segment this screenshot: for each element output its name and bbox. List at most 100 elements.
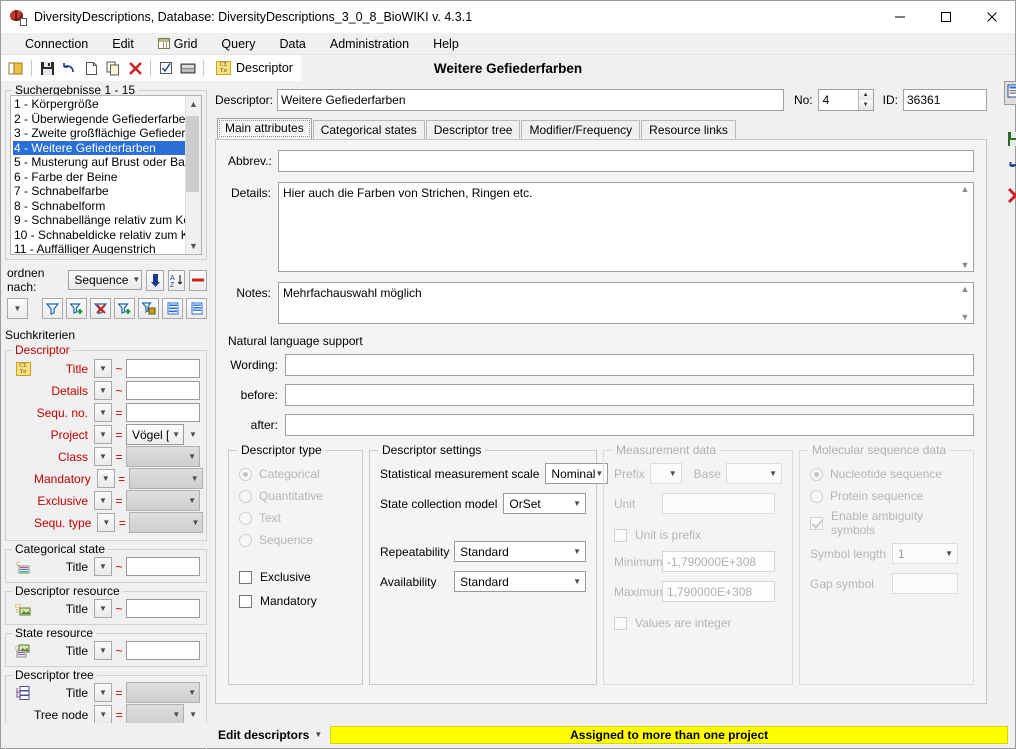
- maximum-input[interactable]: 1,790000E+308: [662, 581, 775, 602]
- filter-icon[interactable]: [42, 298, 63, 319]
- after-input[interactable]: [285, 414, 974, 436]
- unit-input[interactable]: [662, 493, 775, 514]
- checkbox-mandatory[interactable]: Mandatory: [239, 589, 352, 613]
- scale-select[interactable]: Nominal ▼: [545, 463, 609, 484]
- scroll-down-icon[interactable]: ▼: [961, 312, 970, 322]
- details-textarea[interactable]: Hier auch die Farben von Strichen, Ringe…: [278, 182, 974, 272]
- criteria-operator-dropdown[interactable]: ▼: [94, 557, 112, 576]
- filter-save-icon[interactable]: [138, 298, 159, 319]
- list-scrollbar[interactable]: ▲ ▼: [185, 96, 201, 254]
- before-input[interactable]: [285, 384, 974, 406]
- menu-query[interactable]: Query: [209, 35, 267, 53]
- project-extra-dropdown[interactable]: ▼: [186, 426, 200, 443]
- delete-icon[interactable]: [124, 57, 146, 79]
- checkbox-exclusive[interactable]: Exclusive: [239, 565, 352, 589]
- scroll-up-icon[interactable]: ▲: [961, 284, 970, 294]
- list-view-alt-icon[interactable]: [186, 298, 207, 319]
- open-window-icon[interactable]: [5, 57, 27, 79]
- new-document-icon[interactable]: [80, 57, 102, 79]
- checkbox-icon[interactable]: [155, 57, 177, 79]
- criteria-select-exclusive[interactable]: ▼: [126, 490, 200, 511]
- menu-edit[interactable]: Edit: [100, 35, 146, 53]
- filter-new-icon[interactable]: [114, 298, 135, 319]
- radio-categorical[interactable]: Categorical: [239, 463, 352, 485]
- tab-descriptor-tree[interactable]: Descriptor tree: [425, 120, 521, 140]
- filter-clear-icon[interactable]: [90, 298, 111, 319]
- menu-help[interactable]: Help: [421, 35, 471, 53]
- criteria-operator-dropdown[interactable]: ▼: [94, 683, 112, 702]
- criteria-select-sequtype[interactable]: ▼: [129, 512, 204, 533]
- criteria-select-project[interactable]: Vögel [ ▼: [126, 424, 184, 445]
- descriptor-listbox[interactable]: 1 - Körpergröße 2 - Überwiegende Gefiede…: [10, 95, 202, 255]
- list-item[interactable]: 11 - Auffälliger Augenstrich: [13, 242, 185, 254]
- menu-grid[interactable]: Grid: [146, 35, 210, 53]
- minimum-input[interactable]: -1,790000E+308: [662, 551, 775, 572]
- list-item-selected[interactable]: 4 - Weitere Gefiederfarben: [13, 140, 185, 155]
- dropdown-arrow-icon[interactable]: ▼: [7, 298, 28, 319]
- chevron-down-icon[interactable]: ▼: [314, 731, 322, 739]
- delete-icon[interactable]: [1007, 187, 1016, 207]
- criteria-select-class[interactable]: ▼: [126, 446, 200, 467]
- scrollbar-thumb[interactable]: [186, 116, 199, 192]
- criteria-select-tree-node[interactable]: ▼: [126, 704, 185, 725]
- tab-main-attributes[interactable]: Main attributes: [217, 118, 312, 139]
- criteria-operator-dropdown[interactable]: ▼: [94, 425, 112, 444]
- abbrev-input[interactable]: [278, 150, 974, 172]
- tab-resource-links[interactable]: Resource links: [641, 120, 736, 140]
- spinner-buttons[interactable]: ▲ ▼: [857, 90, 873, 110]
- criteria-input-details[interactable]: [126, 381, 200, 400]
- criteria-operator-dropdown[interactable]: ▼: [94, 359, 112, 378]
- pin-icon[interactable]: [146, 269, 164, 291]
- list-item[interactable]: 8 - Schnabelform: [13, 199, 185, 214]
- criteria-input-sequno[interactable]: [126, 403, 200, 422]
- criteria-operator-dropdown[interactable]: ▼: [94, 491, 112, 510]
- availability-select[interactable]: Standard ▼: [454, 571, 586, 592]
- report-icon[interactable]: [1003, 81, 1016, 105]
- repeatability-select[interactable]: Standard ▼: [454, 541, 586, 562]
- criteria-operator-dropdown[interactable]: ▼: [94, 705, 113, 724]
- save-icon[interactable]: [36, 57, 58, 79]
- criteria-operator-dropdown[interactable]: ▼: [97, 513, 116, 532]
- gap-symbol-input[interactable]: [892, 573, 958, 594]
- list-view-icon[interactable]: [162, 298, 183, 319]
- criteria-operator-dropdown[interactable]: ▼: [96, 469, 115, 488]
- list-item[interactable]: 3 - Zweite großflächige Gefiederfarbe: [13, 126, 185, 141]
- prefix-select[interactable]: ▼: [649, 463, 682, 484]
- radio-protein[interactable]: Protein sequence: [810, 485, 963, 507]
- status-left[interactable]: Edit descriptors ▼: [218, 728, 330, 742]
- scroll-down-icon[interactable]: ▼: [961, 260, 970, 270]
- model-select[interactable]: OrSet ▼: [503, 493, 586, 514]
- list-item[interactable]: 2 - Überwiegende Gefiederfarbe: [13, 112, 185, 127]
- undo-icon[interactable]: [58, 57, 80, 79]
- criteria-operator-dropdown[interactable]: ▼: [94, 599, 112, 618]
- minimize-icon[interactable]: [877, 1, 923, 33]
- notes-textarea[interactable]: Mehrfachauswahl möglich ▲ ▼: [278, 282, 974, 324]
- base-select[interactable]: ▼: [726, 463, 782, 484]
- criteria-operator-dropdown[interactable]: ▼: [94, 381, 112, 400]
- symbol-length-select[interactable]: 1 ▼: [892, 543, 958, 564]
- descriptor-no-spinner[interactable]: 4 ▲ ▼: [817, 89, 874, 111]
- close-icon[interactable]: [969, 1, 1015, 33]
- list-item[interactable]: 1 - Körpergröße: [13, 97, 185, 112]
- criteria-select-mandatory[interactable]: ▼: [128, 468, 203, 489]
- list-item[interactable]: 7 - Schnabelfarbe: [13, 184, 185, 199]
- tab-categorical-states[interactable]: Categorical states: [312, 120, 425, 140]
- criteria-input-descres-title[interactable]: [126, 599, 200, 618]
- descriptor-name-input[interactable]: Weitere Gefiederfarben: [277, 89, 784, 111]
- criteria-input-catstate-title[interactable]: [126, 557, 200, 576]
- order-select[interactable]: Sequence ▼: [68, 270, 143, 290]
- list-item[interactable]: 9 - Schnabellänge relativ zum Kopf: [13, 213, 185, 228]
- details-scrollbar[interactable]: ▲ ▼: [958, 184, 972, 270]
- criteria-input-title[interactable]: [126, 359, 200, 378]
- save-icon[interactable]: [1007, 131, 1016, 150]
- copy-icon[interactable]: [102, 57, 124, 79]
- remove-icon[interactable]: [189, 269, 207, 291]
- list-item[interactable]: 10 - Schnabeldicke relativ zum Kopf: [13, 228, 185, 243]
- menu-data[interactable]: Data: [267, 35, 317, 53]
- descriptor-id-input[interactable]: 36361: [903, 89, 987, 111]
- tab-modifier-frequency[interactable]: Modifier/Frequency: [521, 120, 641, 140]
- notes-scrollbar[interactable]: ▲ ▼: [958, 284, 972, 322]
- checkbox-unit-is-prefix[interactable]: Unit is prefix: [614, 523, 782, 547]
- criteria-operator-dropdown[interactable]: ▼: [94, 403, 112, 422]
- radio-quantitative[interactable]: Quantitative: [239, 485, 352, 507]
